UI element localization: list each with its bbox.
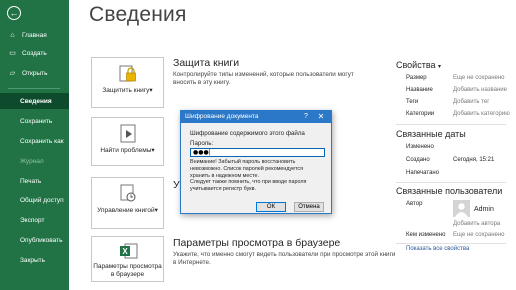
sidebar-item-export[interactable]: Экспорт	[0, 212, 69, 228]
sidebar-item-open[interactable]: ▱ Открыть	[0, 65, 69, 81]
manage-workbook-button[interactable]: Управление книгой▾	[91, 177, 164, 229]
password-warning: Внимание! Забытый пароль восстановить не…	[190, 159, 307, 193]
sidebar-item-label: Сведения	[20, 97, 52, 105]
new-document-icon: ▭	[9, 50, 16, 57]
manage-workbook-icon	[117, 184, 139, 204]
password-label: Пароль:	[190, 140, 214, 147]
sidebar-item-label: Журнал	[20, 157, 44, 165]
property-size: Размер Еще не сохранено	[406, 75, 505, 81]
sidebar-item-label: Закрыть	[20, 256, 46, 264]
avatar	[453, 200, 470, 217]
related-people-header: Связанные пользователи	[396, 186, 503, 196]
encrypt-document-dialog: Шифрование документа ? ✕ Шифрование соде…	[180, 110, 332, 214]
sidebar-item-label: Сохранить	[20, 117, 53, 125]
protect-workbook-desc: Контролируйте типы изменений, которые по…	[173, 71, 354, 86]
check-issues-label: Найти проблемы▾	[100, 147, 155, 154]
sidebar-item-label: Сохранить как	[20, 137, 64, 145]
sidebar-item-share[interactable]: Общий доступ	[0, 192, 69, 208]
lock-icon	[117, 64, 139, 84]
panel-divider	[396, 243, 506, 244]
sidebar-item-new[interactable]: ▭ Создать	[0, 45, 69, 61]
panel-divider	[396, 182, 506, 183]
excel-browser-icon: X	[117, 242, 139, 262]
browser-view-options-desc: Укажите, что именно смогут видеть пользо…	[173, 251, 396, 266]
date-printed: Напечатано	[406, 170, 440, 176]
password-input[interactable]: ●●●|	[190, 148, 325, 157]
protect-workbook-button[interactable]: Защитить книгу▾	[91, 57, 164, 108]
backstage-sidebar: ← ⌂ Главная ▭ Создать ▱ Открыть Сведения…	[0, 0, 69, 290]
browser-view-options-button[interactable]: X Параметры просмотра в браузере	[91, 236, 164, 282]
date-created: Создано Сегодня, 15:21	[406, 157, 495, 163]
sidebar-item-home[interactable]: ⌂ Главная	[0, 27, 69, 43]
sidebar-item-info[interactable]: Сведения	[0, 93, 69, 109]
panel-divider	[396, 124, 506, 125]
close-icon[interactable]: ✕	[313, 111, 329, 123]
page-title: Сведения	[89, 3, 187, 26]
svg-text:X: X	[122, 247, 128, 256]
sidebar-divider	[8, 88, 60, 89]
ok-button[interactable]: ОК	[256, 202, 286, 212]
dialog-subtitle: Шифрование содержимого этого файла	[190, 130, 305, 137]
browser-view-options-title: Параметры просмотра в браузере	[173, 237, 341, 249]
sidebar-item-label: Печать	[20, 177, 42, 185]
date-modified: Изменено	[406, 144, 434, 150]
home-icon: ⌂	[10, 31, 15, 39]
property-categories[interactable]: Категории Добавить категорию	[396, 111, 516, 120]
property-title[interactable]: Название Добавить название	[396, 87, 516, 96]
sidebar-item-label: Открыть	[22, 69, 48, 77]
sidebar-item-close[interactable]: Закрыть	[0, 252, 69, 268]
sidebar-item-history: Журнал	[0, 153, 69, 169]
manage-workbook-label: Управление книгой▾	[97, 207, 158, 214]
sidebar-item-label: Общий доступ	[20, 196, 64, 204]
check-issues-button[interactable]: Найти проблемы▾	[91, 117, 164, 166]
sidebar-item-label: Экспорт	[20, 216, 45, 224]
help-icon[interactable]: ?	[301, 111, 311, 123]
sidebar-item-save[interactable]: Сохранить	[0, 113, 69, 129]
show-all-properties-link[interactable]: Показать все свойства	[406, 246, 469, 252]
sidebar-item-label: Создать	[22, 49, 47, 57]
sidebar-item-print[interactable]: Печать	[0, 173, 69, 189]
inspect-document-icon	[117, 124, 139, 144]
sidebar-item-publish[interactable]: Опубликовать	[0, 232, 69, 248]
sidebar-item-save-as[interactable]: Сохранить как	[0, 133, 69, 149]
property-tags[interactable]: Теги Добавить тег	[396, 99, 516, 108]
last-modified-by: Кем изменено Еще не сохранено	[406, 232, 505, 238]
protect-workbook-label: Защитить книгу▾	[102, 87, 153, 94]
add-author-link[interactable]: Добавить автора	[453, 221, 500, 227]
cancel-button[interactable]: Отмена	[294, 202, 324, 212]
related-dates-header: Связанные даты	[396, 129, 466, 139]
author-name[interactable]: Admin	[474, 206, 494, 213]
sidebar-item-label: Главная	[22, 31, 47, 39]
back-arrow-icon[interactable]: ←	[7, 6, 21, 20]
sidebar-item-label: Опубликовать	[20, 236, 63, 244]
browser-view-options-label: Параметры просмотра в браузере	[93, 263, 162, 278]
open-folder-icon: ▱	[9, 70, 16, 77]
protect-workbook-title: Защита книги	[173, 57, 240, 69]
properties-header[interactable]: Свойства ▾	[396, 60, 441, 70]
